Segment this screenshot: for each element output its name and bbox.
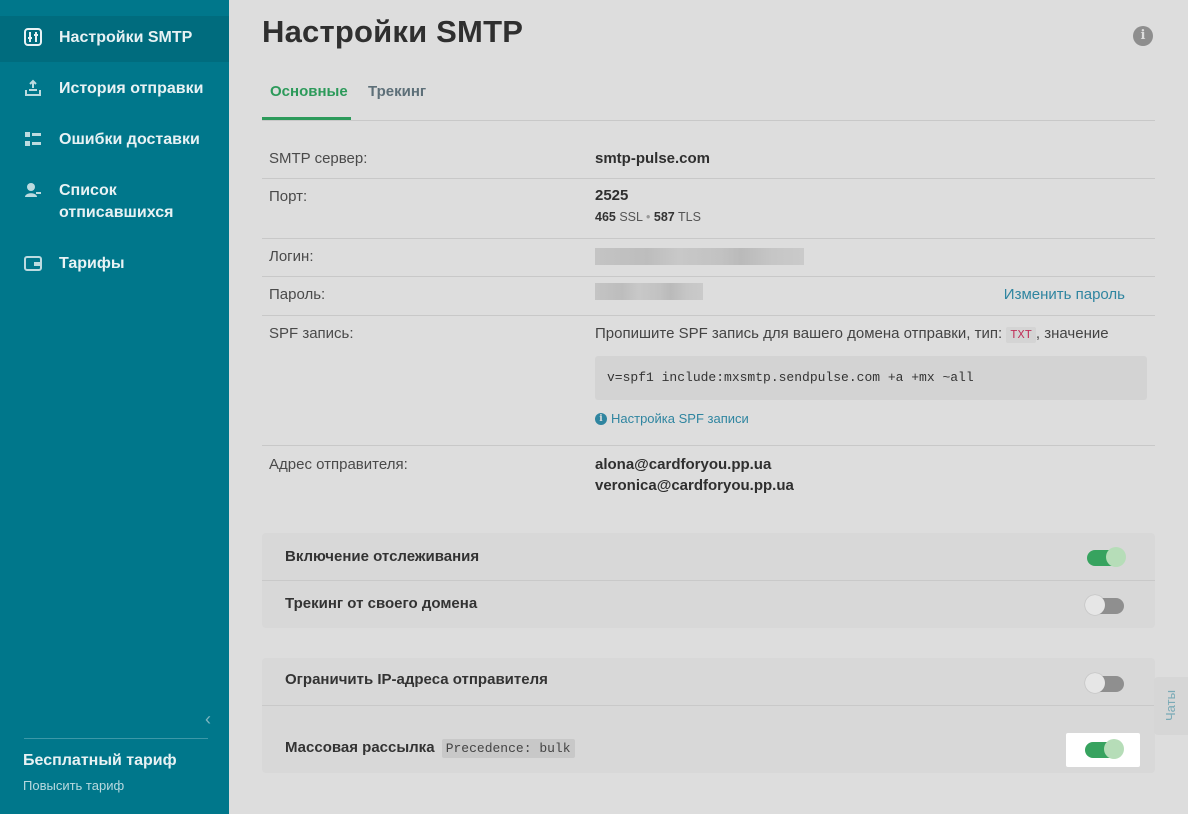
page-title: Настройки SMTP: [262, 14, 524, 49]
toggle-knob: [1106, 547, 1126, 567]
tracking-toggle-label: Включение отслеживания: [285, 548, 480, 565]
sidebar-item-label: Список отписавшихся: [59, 182, 174, 221]
spf-text-after: , значение: [1035, 325, 1109, 342]
precedence-chip: Precedence: bulk: [441, 739, 575, 758]
sender-address: veronica@cardforyou.pp.ua: [595, 477, 794, 494]
tls-label: TLS: [677, 210, 701, 224]
port-separator: •: [646, 210, 651, 224]
sidebar-item-label: Тарифы: [59, 255, 125, 272]
upgrade-plan-link[interactable]: Повысить тариф: [23, 778, 124, 793]
spf-text-before: Пропишите SPF запись для вашего домена о…: [595, 325, 1003, 342]
tab-general[interactable]: Основные: [270, 83, 348, 100]
ssl-port: 465: [595, 210, 616, 224]
bulk-toggle-row: Массовая рассылка Precedence: bulk: [262, 724, 1155, 772]
bulk-label-text: Массовая рассылка: [285, 739, 435, 756]
tab-tracking[interactable]: Трекинг: [368, 83, 426, 100]
toggle-knob: [1104, 739, 1124, 759]
bulk-toggle-label: Массовая рассылка Precedence: bulk: [285, 739, 575, 758]
sender-restrictions-card: Ограничить IP-адреса отправителя Массова…: [262, 658, 1155, 773]
port-row: Порт: 2525 465 SSL • 587 TLS: [262, 179, 1155, 239]
login-value-blurred: [595, 248, 804, 265]
password-value-blurred: [595, 283, 703, 300]
spf-instruction: Пропишите SPF запись для вашего домена о…: [595, 325, 1109, 343]
restrict-ip-toggle-label: Ограничить IP-адреса отправителя: [285, 671, 548, 688]
chats-tab[interactable]: Чаты: [1154, 677, 1188, 735]
password-label: Пароль:: [269, 286, 326, 303]
sender-row: Адрес отправителя: alona@cardforyou.pp.u…: [262, 446, 1155, 506]
toggle-knob: [1085, 595, 1105, 615]
sidebar-item-label: Настройки SMTP: [59, 29, 193, 46]
sidebar-item-unsubscribed[interactable]: Список отписавшихся: [0, 180, 229, 224]
own-domain-toggle[interactable]: [1085, 595, 1124, 615]
login-row: Логин:: [262, 239, 1155, 277]
tracking-toggle-row: Включение отслеживания: [262, 533, 1155, 581]
main-content: Настройки SMTP i Основные Трекинг SMTP с…: [229, 0, 1188, 814]
sidebar-item-delivery-errors[interactable]: Ошибки доставки: [0, 129, 229, 151]
smtp-server-value: smtp-pulse.com: [595, 150, 711, 167]
current-plan: Бесплатный тариф: [23, 752, 177, 769]
spf-row: SPF запись: Пропишите SPF запись для ваш…: [262, 316, 1155, 446]
login-label: Логин:: [269, 248, 314, 265]
sidebar: Настройки SMTP История отправки Ошибки д…: [0, 0, 229, 814]
sidebar-divider: [24, 738, 208, 739]
spf-help-link-label: Настройка SPF записи: [611, 411, 749, 426]
info-icon[interactable]: i: [1133, 26, 1153, 46]
chevron-left-icon[interactable]: ‹: [205, 709, 219, 729]
port-value: 2525: [595, 187, 629, 204]
smtp-server-label: SMTP сервер:: [269, 150, 368, 167]
spf-help-link[interactable]: i Настройка SPF записи: [595, 411, 749, 426]
sender-label: Адрес отправителя:: [269, 456, 408, 473]
user-minus-icon: [24, 181, 42, 199]
tracking-card: Включение отслеживания Трекинг от своего…: [262, 533, 1155, 628]
tabs: Основные Трекинг: [262, 80, 1155, 121]
bulk-toggle[interactable]: [1085, 739, 1124, 759]
sidebar-item-tariffs[interactable]: Тарифы: [0, 253, 229, 275]
sidebar-item-label: История отправки: [59, 80, 204, 97]
spf-label: SPF запись:: [269, 325, 354, 342]
spf-record-code[interactable]: v=spf1 include:mxsmtp.sendpulse.com +a +…: [595, 356, 1147, 400]
restrict-ip-toggle-row: Ограничить IP-адреса отправителя: [262, 658, 1155, 706]
restrict-ip-toggle[interactable]: [1085, 673, 1124, 693]
sender-address: alona@cardforyou.pp.ua: [595, 456, 772, 473]
sidebar-item-smtp-settings[interactable]: Настройки SMTP: [0, 16, 229, 62]
sliders-icon: [24, 28, 42, 46]
own-domain-toggle-row: Трекинг от своего домена: [262, 581, 1155, 629]
change-password-link[interactable]: Изменить пароль: [1004, 286, 1125, 303]
active-tab-indicator: [262, 117, 351, 120]
info-icon: i: [595, 412, 607, 425]
spf-record-type: TXT: [1006, 327, 1036, 343]
tls-port: 587: [653, 210, 675, 224]
error-list-icon: [24, 130, 42, 148]
tray-upload-icon: [24, 79, 42, 97]
toggle-knob: [1085, 673, 1105, 693]
sidebar-item-label: Ошибки доставки: [59, 131, 200, 148]
wallet-icon: [24, 254, 42, 272]
bulk-toggle-highlight: [1066, 733, 1140, 767]
sidebar-item-send-history[interactable]: История отправки: [0, 78, 229, 100]
port-label: Порт:: [269, 188, 308, 205]
ssl-label: SSL: [619, 210, 643, 224]
smtp-server-row: SMTP сервер: smtp-pulse.com: [262, 140, 1155, 179]
own-domain-toggle-label: Трекинг от своего домена: [285, 595, 478, 612]
tracking-toggle[interactable]: [1087, 547, 1126, 567]
password-row: Пароль: Изменить пароль: [262, 277, 1155, 316]
port-alternatives: 465 SSL • 587 TLS: [595, 210, 701, 224]
chats-tab-label: Чаты: [1163, 690, 1178, 721]
